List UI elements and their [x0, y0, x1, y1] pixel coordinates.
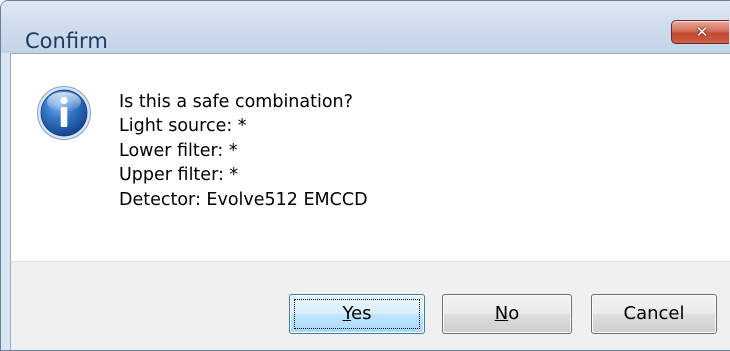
message-detector: Detector: Evolve512 EMCCD — [119, 189, 368, 210]
message-upper-filter: Upper filter: * — [119, 165, 239, 186]
message-question: Is this a safe combination? — [119, 92, 353, 112]
yes-button[interactable]: Yes — [289, 294, 425, 334]
info-icon — [37, 86, 91, 140]
title-bar[interactable]: Confirm ✕ — [1, 1, 730, 53]
close-icon: ✕ — [695, 23, 709, 41]
message-lower-filter: Lower filter: * — [119, 140, 238, 161]
close-button[interactable]: ✕ — [671, 20, 729, 44]
button-bar: Yes No Cancel — [10, 261, 730, 350]
dialog-content: Is this a safe combination? Light source… — [10, 53, 730, 261]
message-light-source: Light source: * — [119, 116, 247, 137]
confirm-dialog: Confirm ✕ Is this a safe combination? Li… — [0, 0, 730, 351]
window-title: Confirm — [25, 29, 108, 53]
message-text: Is this a safe combination? Light source… — [119, 90, 368, 212]
no-button[interactable]: No — [442, 294, 572, 334]
no-label-rest: o — [508, 303, 520, 324]
cancel-button[interactable]: Cancel — [591, 294, 717, 334]
focus-ring — [294, 299, 420, 329]
no-mnemonic: N — [494, 303, 509, 324]
